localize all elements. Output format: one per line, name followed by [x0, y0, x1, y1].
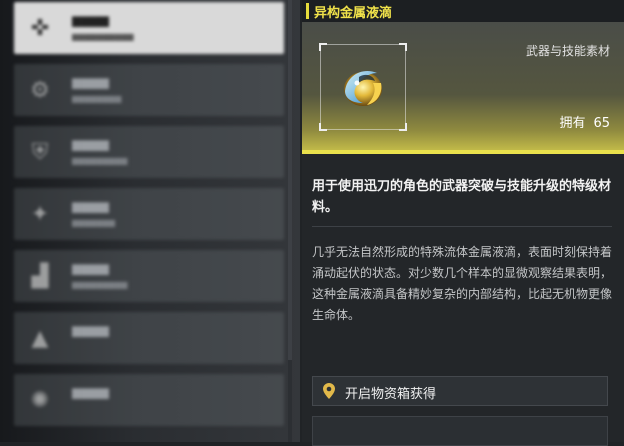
- menu-list: ✜ ▆▆▆▆ ▆▆▆▆▆▆▆▆▆▆ ⚙ ▆▆▆▆ ▆▆▆▆▆▆▆▆ ⛨ ▆▆▆▆…: [14, 2, 284, 436]
- frame-corner: [319, 123, 327, 131]
- star-icon: ✦: [30, 201, 50, 227]
- title-accent-bar: [306, 3, 309, 19]
- item-name: 异构金属液滴: [314, 6, 393, 21]
- shield-icon: ⛨: [31, 139, 49, 165]
- owned-number: 65: [593, 116, 610, 131]
- menu-item-1[interactable]: ✜ ▆▆▆▆ ▆▆▆▆▆▆▆▆▆▆: [14, 2, 284, 54]
- item-icon-frame: [319, 43, 407, 131]
- menu-item-subtitle: ▆▆▆▆▆▆▆: [72, 218, 116, 227]
- menu-item-5[interactable]: ▟ ▆▆▆▆ ▆▆▆▆▆▆▆▆▆: [14, 250, 284, 302]
- item-title-bar: 异构金属液滴: [302, 0, 624, 22]
- category-menu: ✜ ▆▆▆▆ ▆▆▆▆▆▆▆▆▆▆ ⚙ ▆▆▆▆ ▆▆▆▆▆▆▆▆ ⛨ ▆▆▆▆…: [0, 0, 300, 442]
- location-pin-icon: [323, 383, 335, 399]
- menu-item-subtitle: ▆▆▆▆▆▆▆▆▆: [72, 280, 128, 289]
- menu-item-subtitle: ▆▆▆▆▆▆▆▆▆: [72, 156, 128, 165]
- menu-item-2[interactable]: ⚙ ▆▆▆▆ ▆▆▆▆▆▆▆▆: [14, 64, 284, 116]
- item-usage-text: 用于使用迅刀的角色的武器突破与技能升级的特级材料。: [312, 179, 612, 215]
- menu-item-title: ▆▆▆▆: [72, 137, 109, 151]
- owned-count: 拥有 65: [559, 112, 610, 131]
- menu-item-title: ▆▆▆▆: [72, 13, 109, 27]
- menu-item-title: ▆▆▆▆: [72, 261, 109, 275]
- menu-item-title: ▆▆▆▆: [72, 75, 109, 89]
- menu-item-subtitle: ▆▆▆▆▆▆▆▆: [72, 94, 122, 103]
- crosshair-icon: ✜: [30, 15, 50, 41]
- item-card: 武器与技能素材 拥有 65: [302, 22, 624, 154]
- menu-scrollbar-thumb[interactable]: [288, 0, 292, 360]
- source-text: 开启物资箱获得: [345, 387, 437, 402]
- swirl-icon: ✺: [30, 387, 50, 413]
- item-category: 武器与技能素材: [525, 44, 610, 58]
- warning-icon: ▲: [31, 325, 49, 351]
- frame-corner: [319, 43, 327, 51]
- source-row[interactable]: 开启物资箱获得: [312, 376, 608, 406]
- metal-droplet-icon: [344, 71, 382, 106]
- menu-item-6[interactable]: ▲ ▆▆▆▆: [14, 312, 284, 364]
- divider: [312, 226, 612, 227]
- menu-item-title: ▆▆▆▆: [72, 323, 109, 337]
- frame-corner: [399, 123, 407, 131]
- owned-label: 拥有: [559, 116, 586, 131]
- frame-corner: [399, 43, 407, 51]
- menu-item-title: ▆▆▆▆: [72, 199, 109, 213]
- item-description-area: 用于使用迅刀的角色的武器突破与技能升级的特级材料。 几乎无法自然形成的特殊流体金…: [302, 154, 624, 446]
- menu-item-subtitle: ▆▆▆▆▆▆▆▆▆▆: [72, 32, 134, 41]
- menu-item-7[interactable]: ✺ ▆▆▆▆: [14, 374, 284, 426]
- menu-scrollbar[interactable]: [288, 0, 292, 442]
- menu-item-3[interactable]: ⛨ ▆▆▆▆ ▆▆▆▆▆▆▆▆▆: [14, 126, 284, 178]
- item-lore-text: 几乎无法自然形成的特殊流体金属液滴，表面时刻保持着涌动起伏的状态。对少数几个样本…: [312, 245, 613, 322]
- chart-icon: ▟: [31, 263, 49, 289]
- menu-item-4[interactable]: ✦ ▆▆▆▆ ▆▆▆▆▆▆▆: [14, 188, 284, 240]
- menu-item-title: ▆▆▆▆: [72, 385, 109, 399]
- gear-icon: ⚙: [30, 77, 50, 103]
- item-detail-panel: 异构金属液滴 武器与技能素材 拥有 65 用于使用迅刀的角色的武器突破与技能升级…: [302, 0, 624, 446]
